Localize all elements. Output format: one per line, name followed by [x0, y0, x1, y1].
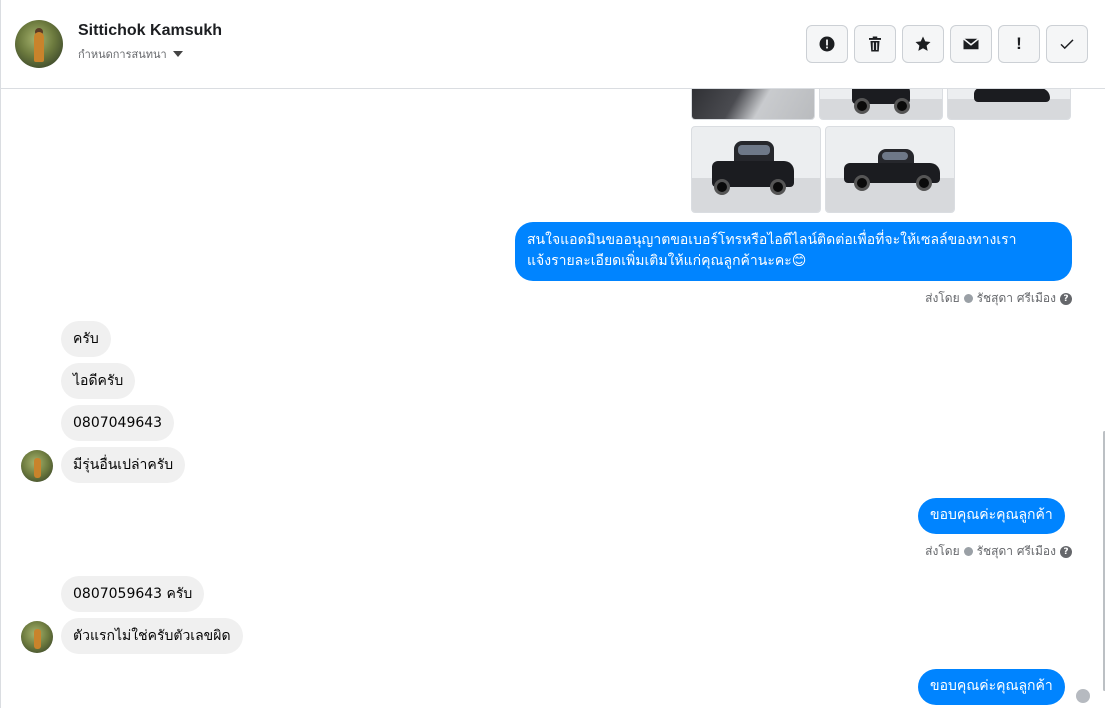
header-toolbar: !: [806, 25, 1088, 63]
sent-by-label: ส่งโดย: [925, 291, 960, 305]
outgoing-message[interactable]: ขอบคุณค่ะคุณลูกค้า: [918, 498, 1065, 534]
star-button[interactable]: [902, 25, 944, 63]
incoming-message[interactable]: มีรุ่นอื่นเปล่าครับ: [61, 447, 186, 483]
outgoing-message[interactable]: ขอบคุณค่ะคุณลูกค้า: [918, 669, 1065, 705]
car-photo-interior[interactable]: [691, 89, 815, 120]
delete-button[interactable]: [854, 25, 896, 63]
envelope-icon: [963, 38, 979, 50]
mark-unread-button[interactable]: [950, 25, 992, 63]
incoming-message[interactable]: ครับ: [61, 321, 111, 357]
alert-circle-icon: [819, 36, 835, 52]
message-thread: สนใจแอดมินขออนุญาตขอเบอร์โทรหรือไอดีไลน์…: [1, 89, 1105, 708]
agent-name[interactable]: รัชสุดา ศรีเมือง: [977, 542, 1056, 561]
incoming-message[interactable]: 0807049643: [61, 405, 175, 441]
agent-status-icon: [963, 294, 973, 303]
check-icon: [1060, 39, 1074, 50]
outgoing-message[interactable]: สนใจแอดมินขออนุญาตขอเบอร์โทรหรือไอดีไลน์…: [515, 222, 1072, 281]
agent-status-icon: [963, 547, 973, 556]
sent-by-label: ส่งโดย: [925, 544, 960, 558]
conversation-header: Sittichok Kamsukh กำหนดการสนทนา !: [1, 0, 1105, 89]
help-icon[interactable]: ?: [1060, 292, 1072, 305]
star-icon: [915, 36, 931, 51]
sender-avatar[interactable]: [21, 621, 53, 653]
incoming-message[interactable]: ตัวแรกไม่ใช่ครับตัวเลขผิด: [61, 618, 243, 654]
agent-name[interactable]: รัชสุดา ศรีเมือง: [977, 289, 1056, 308]
contact-avatar[interactable]: [15, 20, 63, 68]
conversation-options-label: กำหนดการสนทนา: [78, 48, 167, 61]
incoming-message[interactable]: ไอดีครับ: [61, 363, 136, 399]
sent-by-info: ส่งโดย รัชสุดา ศรีเมือง ?: [925, 289, 1072, 308]
caret-down-icon: [172, 51, 183, 57]
spam-report-button[interactable]: [806, 25, 848, 63]
messenger-conversation: Sittichok Kamsukh กำหนดการสนทนา ! สนใจแอ…: [0, 0, 1105, 708]
trash-icon: [869, 36, 881, 52]
help-icon[interactable]: ?: [1060, 545, 1072, 558]
car-photo-profile[interactable]: [825, 126, 955, 213]
contact-name[interactable]: Sittichok Kamsukh: [78, 22, 222, 40]
conversation-options-dropdown[interactable]: กำหนดการสนทนา: [78, 45, 183, 63]
message-text-line: แจ้งรายละเอียดเพิ่มเติมให้แก่คุณลูกค้านะ…: [527, 253, 807, 269]
sent-by-info: ส่งโดย รัชสุดา ศรีเมือง ?: [925, 542, 1072, 561]
seen-indicator-avatar: [1076, 689, 1090, 703]
sender-avatar[interactable]: [21, 450, 53, 482]
exclamation-icon: !: [1016, 34, 1022, 53]
car-photo-front[interactable]: [819, 89, 943, 120]
car-photo-side[interactable]: [947, 89, 1071, 120]
mark-done-button[interactable]: [1046, 25, 1088, 63]
important-button[interactable]: !: [998, 25, 1040, 63]
incoming-message[interactable]: 0807059643 ครับ: [61, 576, 205, 612]
message-text-line: สนใจแอดมินขออนุญาตขอเบอร์โทรหรือไอดีไลน์…: [527, 232, 1017, 248]
car-photo-front-quarter[interactable]: [691, 126, 821, 213]
